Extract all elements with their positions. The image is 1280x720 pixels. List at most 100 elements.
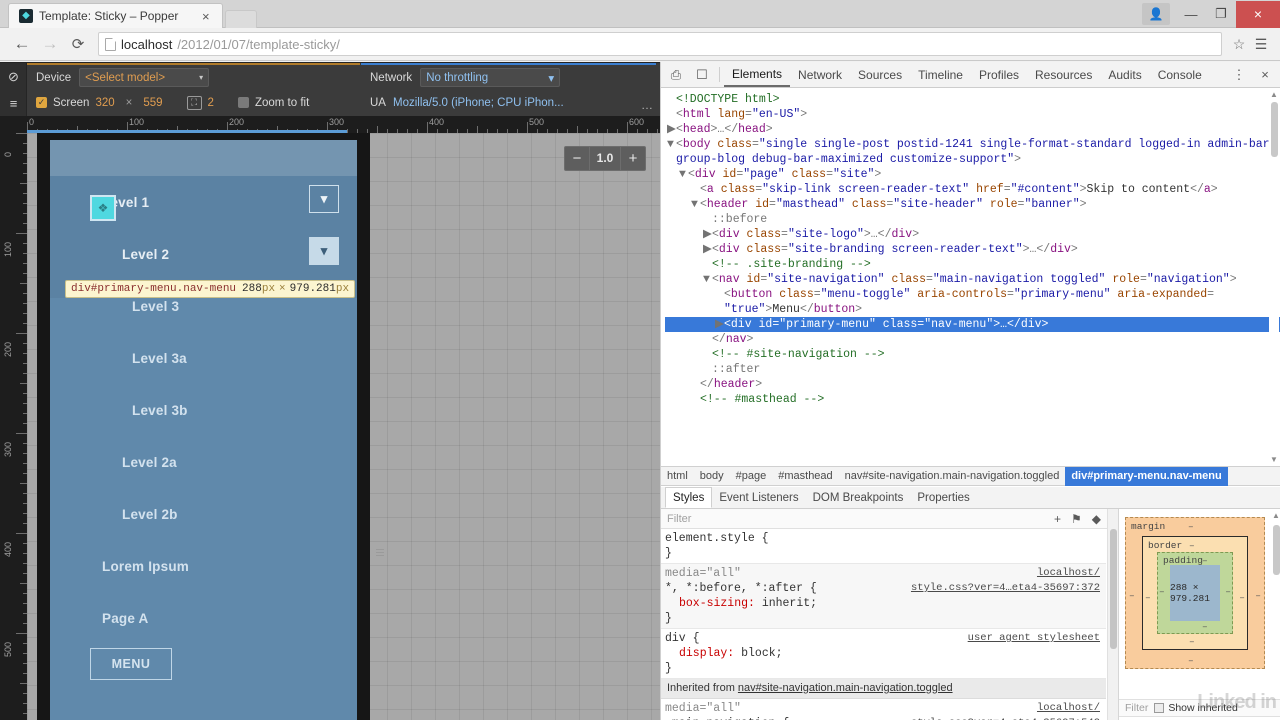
screen-width-input[interactable]: 320 — [95, 97, 114, 109]
computed-filter-input[interactable]: Filter — [1125, 702, 1148, 714]
box-model-padding-bottom[interactable]: – — [1202, 621, 1208, 632]
tab-sources[interactable]: Sources — [850, 62, 910, 87]
dom-node[interactable]: "true">Menu</button> — [665, 302, 1280, 317]
style-origin-line[interactable]: style.css?ver=4…eta4-35697:542 — [911, 716, 1100, 720]
profile-avatar-icon[interactable]: 👤 — [1142, 3, 1170, 25]
dom-node[interactable]: ▼ <div id="page" class="site"> — [665, 167, 1280, 182]
browser-menu-icon[interactable]: ☰ — [1250, 36, 1272, 53]
disclosure-triangle-icon[interactable] — [703, 347, 712, 362]
close-window-button[interactable]: × — [1236, 0, 1280, 28]
zoom-in-button[interactable]: + — [621, 147, 645, 170]
disclosure-triangle-icon[interactable] — [703, 332, 712, 347]
disclosure-triangle-icon[interactable] — [691, 392, 700, 407]
scroll-down-icon[interactable]: ▼ — [1270, 455, 1278, 464]
screen-height-input[interactable]: 559 — [143, 97, 162, 109]
device-model-select[interactable]: <Select model> ▾ — [79, 68, 210, 87]
box-model-border-right[interactable]: – — [1239, 592, 1245, 603]
dom-node[interactable]: ▶<div class="site-branding screen-reader… — [665, 242, 1280, 257]
maximize-button[interactable]: ❐ — [1206, 2, 1236, 26]
drag-handle-icon[interactable] — [376, 541, 384, 563]
disclosure-triangle-icon[interactable]: ▶ — [667, 122, 676, 137]
box-model-margin-bottom[interactable]: – — [1188, 655, 1194, 666]
breadcrumb-item[interactable]: #masthead — [772, 467, 838, 486]
disclosure-triangle-icon[interactable]: ▼ — [691, 197, 700, 212]
style-declaration[interactable]: box-sizing: inherit; — [665, 596, 1106, 611]
scrollbar-thumb[interactable] — [1273, 525, 1280, 575]
dom-node[interactable]: <!-- #site-navigation --> — [665, 347, 1280, 362]
disclosure-triangle-icon[interactable]: ▶ — [703, 227, 712, 242]
style-origin-line[interactable]: user agent stylesheet — [968, 631, 1100, 646]
style-rule[interactable]: localhost/style.css?ver=4…eta4-35697:372… — [661, 564, 1106, 629]
box-model-margin-right[interactable]: – — [1255, 590, 1261, 601]
dom-node[interactable]: </header> — [665, 377, 1280, 392]
style-property-value[interactable]: block; — [741, 647, 782, 660]
dom-node[interactable]: <!-- #masthead --> — [665, 392, 1280, 407]
devtools-more-icon[interactable]: ⋮ — [1226, 62, 1252, 87]
scroll-up-icon[interactable]: ▲ — [1272, 511, 1280, 520]
box-model-padding-right[interactable]: – — [1225, 586, 1231, 597]
style-origin-line[interactable]: localhost/ — [911, 701, 1100, 716]
disclosure-triangle-icon[interactable]: ▶ — [703, 242, 712, 257]
disclosure-triangle-icon[interactable] — [715, 302, 724, 317]
disclosure-triangle-icon[interactable] — [667, 107, 676, 122]
dom-node[interactable]: <!-- .site-branding --> — [665, 257, 1280, 272]
inherited-from-selector[interactable]: nav#site-navigation.main-navigation.togg… — [738, 682, 953, 694]
style-rule[interactable]: user agent stylesheet div {display: block… — [661, 629, 1106, 679]
devtools-close-icon[interactable]: × — [1252, 62, 1278, 87]
zoom-to-fit-checkbox[interactable]: ✓ — [237, 97, 249, 108]
dom-tree-scrollbar[interactable]: ▲ ▼ — [1269, 88, 1279, 466]
new-tab-icon[interactable] — [225, 10, 257, 28]
style-property-name[interactable]: box-sizing: — [665, 597, 762, 610]
box-model-border-value[interactable]: – — [1189, 540, 1195, 551]
scrollbar-thumb[interactable] — [1271, 102, 1278, 157]
breadcrumb-item[interactable]: #page — [730, 467, 773, 486]
dom-node[interactable]: <!DOCTYPE html> — [665, 92, 1280, 107]
box-model-padding-left[interactable]: – — [1159, 586, 1165, 597]
box-model-margin-value[interactable]: – — [1188, 521, 1194, 532]
disclosure-triangle-icon[interactable] — [691, 377, 700, 392]
style-declaration[interactable]: display: block; — [665, 646, 1106, 661]
styles-filter-input[interactable]: Filter — [667, 513, 691, 525]
disclosure-triangle-icon[interactable] — [703, 362, 712, 377]
tab-profiles[interactable]: Profiles — [971, 62, 1027, 87]
sidebar-tab-event-listeners[interactable]: Event Listeners — [712, 487, 805, 508]
chevron-down-icon[interactable]: ▾ — [309, 185, 339, 213]
style-selector[interactable]: element.style { — [665, 531, 1106, 546]
disclosure-triangle-icon[interactable]: ▼ — [679, 167, 688, 182]
dom-node[interactable]: <html lang="en-US"> — [665, 107, 1280, 122]
inspect-element-icon[interactable]: ⎙ — [663, 62, 689, 87]
dom-node[interactable]: ▼ <nav id="site-navigation" class="main-n… — [665, 272, 1280, 287]
close-icon[interactable]: × — [202, 10, 214, 23]
style-property-name[interactable]: display: — [665, 647, 741, 660]
new-style-rule-icon[interactable]: + — [1054, 512, 1061, 526]
breadcrumb-item[interactable]: div#primary-menu.nav-menu — [1065, 466, 1228, 486]
dom-node[interactable]: ▶<head>…</head> — [665, 122, 1280, 137]
disclosure-triangle-icon[interactable] — [691, 182, 700, 197]
scroll-up-icon[interactable]: ▲ — [1270, 90, 1278, 99]
zoom-out-button[interactable]: − — [565, 147, 589, 170]
minimize-button[interactable]: — — [1176, 2, 1206, 26]
dom-node[interactable]: <button class="menu-toggle" aria-control… — [665, 287, 1280, 302]
dom-node-selected[interactable]: ▶<div id="primary-menu" class="nav-menu"… — [665, 317, 1280, 332]
dom-node[interactable]: ▶<div class="site-logo">…</div> — [665, 227, 1280, 242]
breadcrumb-item[interactable]: html — [661, 467, 694, 486]
dom-node[interactable]: ::before — [665, 212, 1280, 227]
style-origin[interactable]: user agent stylesheet — [968, 631, 1100, 646]
box-model-margin-left[interactable]: – — [1129, 590, 1135, 601]
element-state-icon[interactable]: ◆ — [1092, 512, 1101, 526]
sidebar-tab-styles[interactable]: Styles — [665, 487, 713, 508]
dom-node[interactable]: group-blog debug-bar-maximized customize… — [665, 152, 1280, 167]
browser-tab[interactable]: ◆ Template: Sticky – Popper × — [8, 3, 223, 28]
sidebar-tab-properties[interactable]: Properties — [910, 487, 976, 508]
disclosure-triangle-icon[interactable] — [703, 257, 712, 272]
disclosure-triangle-icon[interactable]: ▶ — [715, 317, 724, 332]
nav-item[interactable]: Level 2 ▾ — [50, 228, 357, 280]
address-bar[interactable]: localhost/2012/01/07/template-sticky/ — [98, 32, 1222, 56]
computed-scrollbar[interactable]: ▲ ▼ — [1271, 509, 1280, 720]
box-model-border-left[interactable]: – — [1145, 592, 1151, 603]
tab-network[interactable]: Network — [790, 62, 850, 87]
style-origin-line[interactable]: localhost/ — [911, 566, 1100, 581]
style-rule[interactable]: localhost/style.css?ver=4…eta4-35697:542… — [661, 699, 1106, 720]
tab-console[interactable]: Console — [1150, 62, 1210, 87]
toggle-device-toolbar-icon[interactable]: ☐ — [689, 62, 715, 87]
